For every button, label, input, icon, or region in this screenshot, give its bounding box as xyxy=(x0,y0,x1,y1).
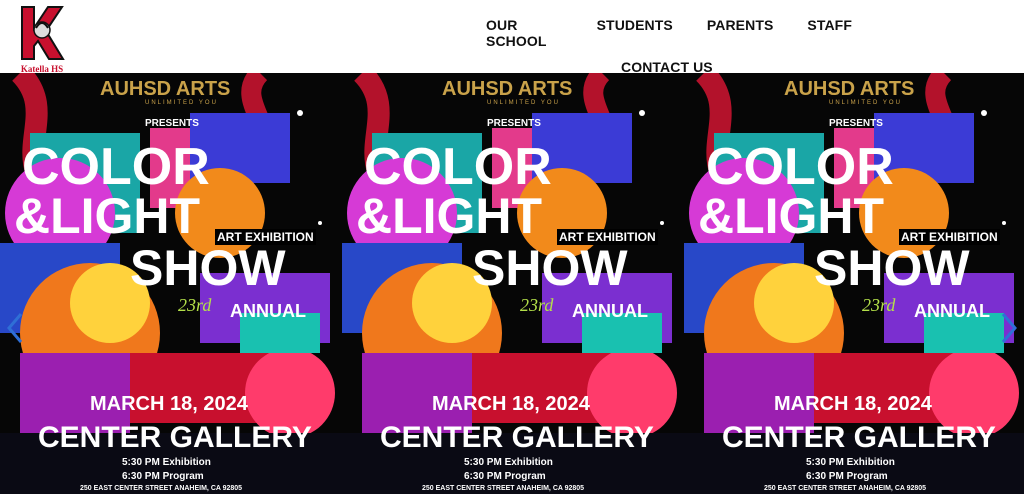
chevron-left-icon xyxy=(7,313,23,343)
poster-address: 250 EAST CENTER STREET ANAHEIM, CA 92805 xyxy=(80,485,243,492)
carousel-slide[interactable]: AUHSD ARTS UNLIMITED YOU PRESENTS COLOR … xyxy=(684,73,1024,494)
poster-title-line3: SHOW xyxy=(130,240,286,296)
poster-edition: 23rd xyxy=(862,295,896,315)
poster-venue: CENTER GALLERY xyxy=(38,421,312,454)
poster-date: MARCH 18, 2024 xyxy=(90,393,248,415)
poster-time-exhibition: 5:30 PM Exhibition xyxy=(122,457,211,468)
poster-annual: ANNUAL xyxy=(230,301,306,321)
poster-date: MARCH 18, 2024 xyxy=(774,393,932,415)
poster-title-line1: COLOR xyxy=(706,138,894,196)
poster-time-program: 6:30 PM Program xyxy=(806,471,888,482)
site-header: Katella HS OUR SCHOOL STUDENTS PARENTS S… xyxy=(0,0,1024,75)
poster-presents: PRESENTS xyxy=(829,118,883,129)
poster-address: 250 EAST CENTER STREET ANAHEIM, CA 92805 xyxy=(422,485,585,492)
poster-title-line1: COLOR xyxy=(22,138,210,196)
poster-title-line2: &LIGHT xyxy=(356,188,543,244)
poster-edition: 23rd xyxy=(178,295,212,315)
poster-brand: AUHSD ARTS xyxy=(442,78,573,100)
poster-title-line1: COLOR xyxy=(364,138,552,196)
poster-presents: PRESENTS xyxy=(487,118,541,129)
poster-time-program: 6:30 PM Program xyxy=(122,471,204,482)
main-nav: OUR SCHOOL STUDENTS PARENTS STAFF CONTAC… xyxy=(472,17,852,75)
nav-staff[interactable]: STAFF xyxy=(807,17,852,49)
poster-address: 250 EAST CENTER STREET ANAHEIM, CA 92805 xyxy=(764,485,927,492)
poster-title-line3: SHOW xyxy=(814,240,970,296)
carousel-slide[interactable]: AUHSD ARTS UNLIMITED YOU PRESENTS COLOR … xyxy=(342,73,684,494)
poster-time-exhibition: 5:30 PM Exhibition xyxy=(464,457,553,468)
nav-parents[interactable]: PARENTS xyxy=(707,17,774,49)
poster-edition: 23rd xyxy=(520,295,554,315)
nav-students[interactable]: STUDENTS xyxy=(597,17,673,49)
poster-brand: AUHSD ARTS xyxy=(784,78,915,100)
logo-k-icon xyxy=(20,6,65,60)
poster-brand: AUHSD ARTS xyxy=(100,78,231,100)
poster-venue: CENTER GALLERY xyxy=(722,421,996,454)
poster-tagline: UNLIMITED YOU xyxy=(145,100,218,106)
carousel-slide[interactable]: AUHSD ARTS UNLIMITED YOU PRESENTS COLOR … xyxy=(0,73,342,494)
chevron-right-icon xyxy=(1001,313,1017,343)
poster-presents: PRESENTS xyxy=(145,118,199,129)
poster-time-program: 6:30 PM Program xyxy=(464,471,546,482)
poster-date: MARCH 18, 2024 xyxy=(432,393,590,415)
carousel-prev-button[interactable] xyxy=(3,311,27,345)
poster-tagline: UNLIMITED YOU xyxy=(487,100,560,106)
poster-carousel[interactable]: AUHSD ARTS UNLIMITED YOU PRESENTS COLOR … xyxy=(0,73,1024,494)
poster-annual: ANNUAL xyxy=(572,301,648,321)
poster-title-line2: &LIGHT xyxy=(698,188,885,244)
carousel-next-button[interactable] xyxy=(997,311,1021,345)
poster-title-line2: &LIGHT xyxy=(14,188,201,244)
poster-venue: CENTER GALLERY xyxy=(380,421,654,454)
poster-annual: ANNUAL xyxy=(914,301,990,321)
school-logo[interactable]: Katella HS xyxy=(18,4,66,74)
nav-our-school[interactable]: OUR SCHOOL xyxy=(486,17,563,49)
poster-tagline: UNLIMITED YOU xyxy=(829,100,902,106)
poster-time-exhibition: 5:30 PM Exhibition xyxy=(806,457,895,468)
poster-title-line3: SHOW xyxy=(472,240,628,296)
